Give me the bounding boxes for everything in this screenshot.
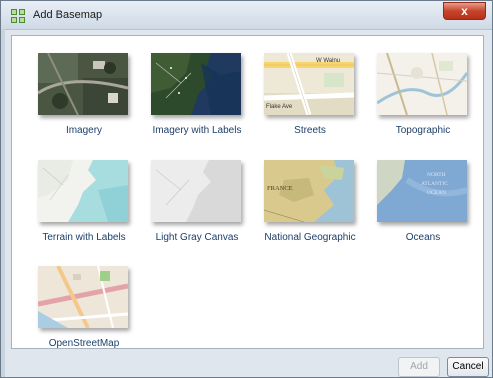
- light-gray-canvas-thumbnail: [151, 160, 241, 222]
- cancel-button[interactable]: Cancel: [447, 357, 489, 377]
- oceans-label-2: ATLANTIC: [421, 181, 448, 187]
- window-frame-left: [1, 29, 5, 377]
- basemap-label: OpenStreetMap: [48, 338, 120, 349]
- oceans-label-1: NORTH: [427, 172, 446, 178]
- basemap-grid-icon: [11, 9, 25, 23]
- national-geographic-thumbnail: FRANCE: [264, 160, 354, 222]
- close-button[interactable]: x: [443, 2, 486, 20]
- dialog-title: Add Basemap: [33, 9, 103, 21]
- add-button[interactable]: Add: [398, 357, 440, 377]
- streets-avenue-label: Flake Ave: [266, 104, 293, 110]
- basemap-tile-imagery-with-labels[interactable]: Imagery with Labels: [147, 53, 247, 148]
- natgeo-country-label: FRANCE: [267, 185, 293, 192]
- basemap-tile-openstreetmap[interactable]: OpenStreetMap: [34, 266, 134, 361]
- openstreetmap-thumbnail: [38, 266, 128, 328]
- topographic-thumbnail: [377, 53, 467, 115]
- basemap-tile-terrain-with-labels[interactable]: Terrain with Labels: [34, 160, 134, 255]
- imagery-thumbnail: [38, 53, 128, 115]
- add-basemap-dialog: Add Basemap x Imagery Imagery with Label…: [0, 0, 493, 378]
- streets-road-label: W Walnu: [316, 58, 340, 64]
- terrain-with-labels-thumbnail: [38, 160, 128, 222]
- streets-thumbnail: W Walnu Flake Ave: [264, 53, 354, 115]
- basemap-label: Oceans: [405, 232, 441, 243]
- basemap-tile-streets[interactable]: W Walnu Flake Ave Streets: [260, 53, 360, 148]
- basemap-tile-topographic[interactable]: Topographic: [373, 53, 473, 148]
- basemap-gallery: Imagery Imagery with Labels W Walnu Flak…: [11, 35, 484, 349]
- basemap-tile-national-geographic[interactable]: FRANCE National Geographic: [260, 160, 360, 255]
- oceans-thumbnail: NORTH ATLANTIC OCEAN: [377, 160, 467, 222]
- title-bar[interactable]: Add Basemap x: [1, 1, 492, 30]
- basemap-label: Topographic: [395, 125, 451, 136]
- basemap-tile-imagery[interactable]: Imagery: [34, 53, 134, 148]
- basemap-tile-oceans[interactable]: NORTH ATLANTIC OCEAN Oceans: [373, 160, 473, 255]
- basemap-tile-light-gray-canvas[interactable]: Light Gray Canvas: [147, 160, 247, 255]
- oceans-label-3: OCEAN: [427, 190, 446, 196]
- imagery-with-labels-thumbnail: [151, 53, 241, 115]
